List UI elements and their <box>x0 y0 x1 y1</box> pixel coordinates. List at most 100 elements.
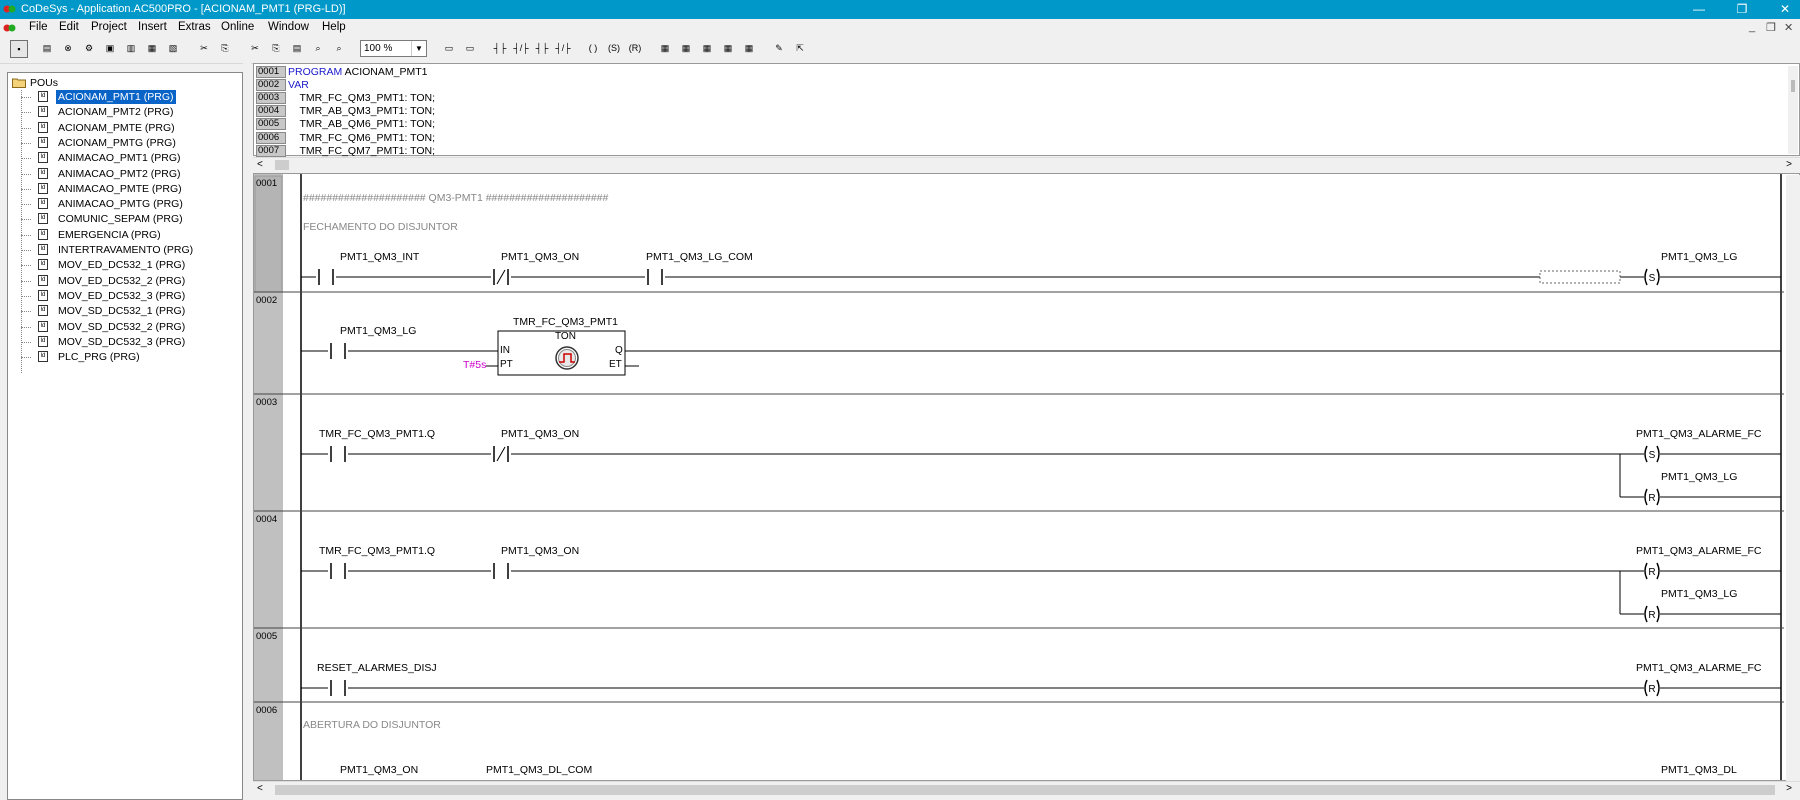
ladder-vscroll[interactable] <box>1786 175 1800 781</box>
build-icon[interactable]: ▧ <box>164 40 182 58</box>
pt-constant[interactable]: T#5s <box>463 359 486 371</box>
contact-pmt1-qm3-on[interactable] <box>491 563 511 579</box>
save-icon[interactable]: ▪ <box>10 40 28 58</box>
jump-icon[interactable]: ▦ <box>698 40 716 58</box>
stop-icon[interactable]: ⊗ <box>59 40 77 58</box>
close-button[interactable]: ✕ <box>1770 1 1800 18</box>
label-icon[interactable]: ▦ <box>719 40 737 58</box>
line-number: 0005 <box>256 118 286 131</box>
scroll-left-icon[interactable]: < <box>257 158 263 172</box>
tree-root-label: POUs <box>30 77 59 89</box>
contact-label: PMT1_QM3_ON <box>340 764 419 776</box>
parallel-contact-icon[interactable]: ┤├ <box>533 40 551 58</box>
set-coil-pmt1-qm3-lg[interactable]: S <box>1644 268 1660 286</box>
menu-window[interactable]: Window <box>268 21 309 33</box>
box-en-icon[interactable]: ▦ <box>677 40 695 58</box>
copy2-icon[interactable]: ⎘ <box>267 40 285 58</box>
pane-splitter[interactable] <box>243 63 251 800</box>
code-line[interactable]: TMR_FC_QM6_PMT1: TON; <box>288 132 435 144</box>
scroll-right-icon[interactable]: > <box>1786 158 1792 172</box>
code-line[interactable]: VAR <box>288 79 309 91</box>
declaration-hscroll[interactable]: < > <box>253 157 1800 172</box>
paste-icon[interactable]: ▤ <box>288 40 306 58</box>
menu-extras[interactable]: Extras <box>178 21 211 33</box>
fb-output-et: ET <box>609 359 622 370</box>
contact-tmr-fc-qm3-q[interactable] <box>328 563 348 579</box>
reset-coil-alarme-fc[interactable]: R <box>1644 679 1660 697</box>
code-line[interactable]: TMR_FC_QM7_PMT1: TON; <box>288 145 435 157</box>
contact-tmr-fc-qm3-q[interactable] <box>328 446 348 462</box>
mdi-restore-button[interactable]: ❐ <box>1766 21 1776 34</box>
contact-icon[interactable]: ┤├ <box>491 40 509 58</box>
logout-icon[interactable]: ▥ <box>122 40 140 58</box>
menu-project[interactable]: Project <box>91 21 127 33</box>
declaration-vscroll-thumb[interactable] <box>1791 80 1795 92</box>
find-icon[interactable]: ⌕ <box>309 40 327 58</box>
tree-item-label: MOV_ED_DC532_1 (PRG) <box>58 259 186 272</box>
set-coil-alarme-fc[interactable]: S <box>1644 445 1660 463</box>
reset-coil-pmt1-qm3-lg[interactable]: R <box>1644 488 1660 506</box>
contact-pmt1-qm3-lg[interactable] <box>328 343 348 359</box>
pou-icon: ld <box>38 228 48 240</box>
menu-file[interactable]: File <box>29 21 48 33</box>
menu-online[interactable]: Online <box>221 21 254 33</box>
negated-contact-pmt1-qm3-on[interactable] <box>491 446 511 462</box>
code-line[interactable]: TMR_AB_QM6_PMT1: TON; <box>288 118 435 130</box>
pou-icon: ld <box>38 91 48 102</box>
return-icon[interactable]: ▦ <box>740 40 758 58</box>
login-icon[interactable]: ▣ <box>101 40 119 58</box>
select-icon[interactable]: ⇱ <box>791 40 809 58</box>
rung-4: R R <box>301 562 1781 623</box>
declaration-editor[interactable]: 0001 PROGRAM ACIONAM_PMT1 0002 VAR 0003 TMR_… <box>253 63 1800 157</box>
line-number: 0006 <box>256 131 286 144</box>
code-line[interactable]: PROGRAM ACIONAM_PMT1 <box>288 66 427 78</box>
negated-contact-icon[interactable]: ┤/├ <box>512 40 530 58</box>
network-icon[interactable]: ▭ <box>440 40 458 58</box>
chevron-down-icon[interactable]: ▼ <box>411 41 426 56</box>
code-line[interactable]: TMR_AB_QM3_PMT1: TON; <box>288 105 435 117</box>
reset-coil-pmt1-qm3-lg[interactable]: R <box>1644 605 1660 623</box>
parallel-negated-icon[interactable]: ┤/├ <box>554 40 572 58</box>
document-icon[interactable] <box>3 22 16 34</box>
coil-icon[interactable]: ( ) <box>584 40 602 58</box>
set-coil-icon[interactable]: (S) <box>605 40 623 58</box>
code-line[interactable]: TMR_FC_QM3_PMT1: TON; <box>288 92 435 104</box>
coil-label: PMT1_QM3_LG <box>1661 588 1738 600</box>
minimize-button[interactable]: — <box>1684 1 1714 18</box>
network-after-icon[interactable]: ▭ <box>461 40 479 58</box>
replace-icon[interactable]: ⌕ <box>330 40 348 58</box>
cut2-icon[interactable]: ✂ <box>246 40 264 58</box>
tree-item-label: ACIONAM_PMT2 (PRG) <box>58 106 174 119</box>
new-pou-icon[interactable]: ▤ <box>38 40 56 58</box>
pen-icon[interactable]: ✎ <box>770 40 788 58</box>
cut-icon[interactable]: ✂ <box>195 40 213 58</box>
contact-pmt1-qm3-int[interactable] <box>316 269 336 285</box>
download-icon[interactable]: ▦ <box>143 40 161 58</box>
restore-button[interactable]: ❐ <box>1727 1 1757 18</box>
box-icon[interactable]: ▦ <box>656 40 674 58</box>
reset-coil-alarme-fc[interactable]: R <box>1644 562 1660 580</box>
mdi-close-button[interactable]: ✕ <box>1784 21 1793 34</box>
ladder-hscroll-thumb[interactable] <box>275 785 1775 795</box>
menu-help[interactable]: Help <box>322 21 346 33</box>
scroll-left-icon[interactable]: < <box>257 782 263 796</box>
ladder-diagram-editor[interactable]: S S R R R R 0001 0002 0003 0004 0005 000… <box>253 173 1800 781</box>
zoom-select[interactable]: 100 % ▼ <box>360 40 427 57</box>
coil-type: S <box>1649 450 1656 461</box>
run-icon[interactable]: ⚙ <box>80 40 98 58</box>
contact-reset-alarmes-disj[interactable] <box>328 680 348 696</box>
rung-number: 0006 <box>256 705 278 716</box>
scroll-right-icon[interactable]: > <box>1786 782 1792 796</box>
tree-connector <box>21 250 31 251</box>
menu-edit[interactable]: Edit <box>59 21 79 33</box>
copy-icon[interactable]: ⎘ <box>216 40 234 58</box>
menu-insert[interactable]: Insert <box>138 21 167 33</box>
declaration-hscroll-thumb[interactable] <box>275 160 289 170</box>
declaration-vscroll[interactable] <box>1788 66 1798 154</box>
mdi-minimize-button[interactable]: _ <box>1749 21 1755 33</box>
insert-placeholder[interactable] <box>1539 270 1621 284</box>
contact-pmt1-qm3-lg-com[interactable] <box>645 269 665 285</box>
negated-contact-pmt1-qm3-on[interactable] <box>491 269 511 285</box>
reset-coil-icon[interactable]: (R) <box>626 40 644 58</box>
ladder-hscroll[interactable]: < > <box>253 781 1800 798</box>
